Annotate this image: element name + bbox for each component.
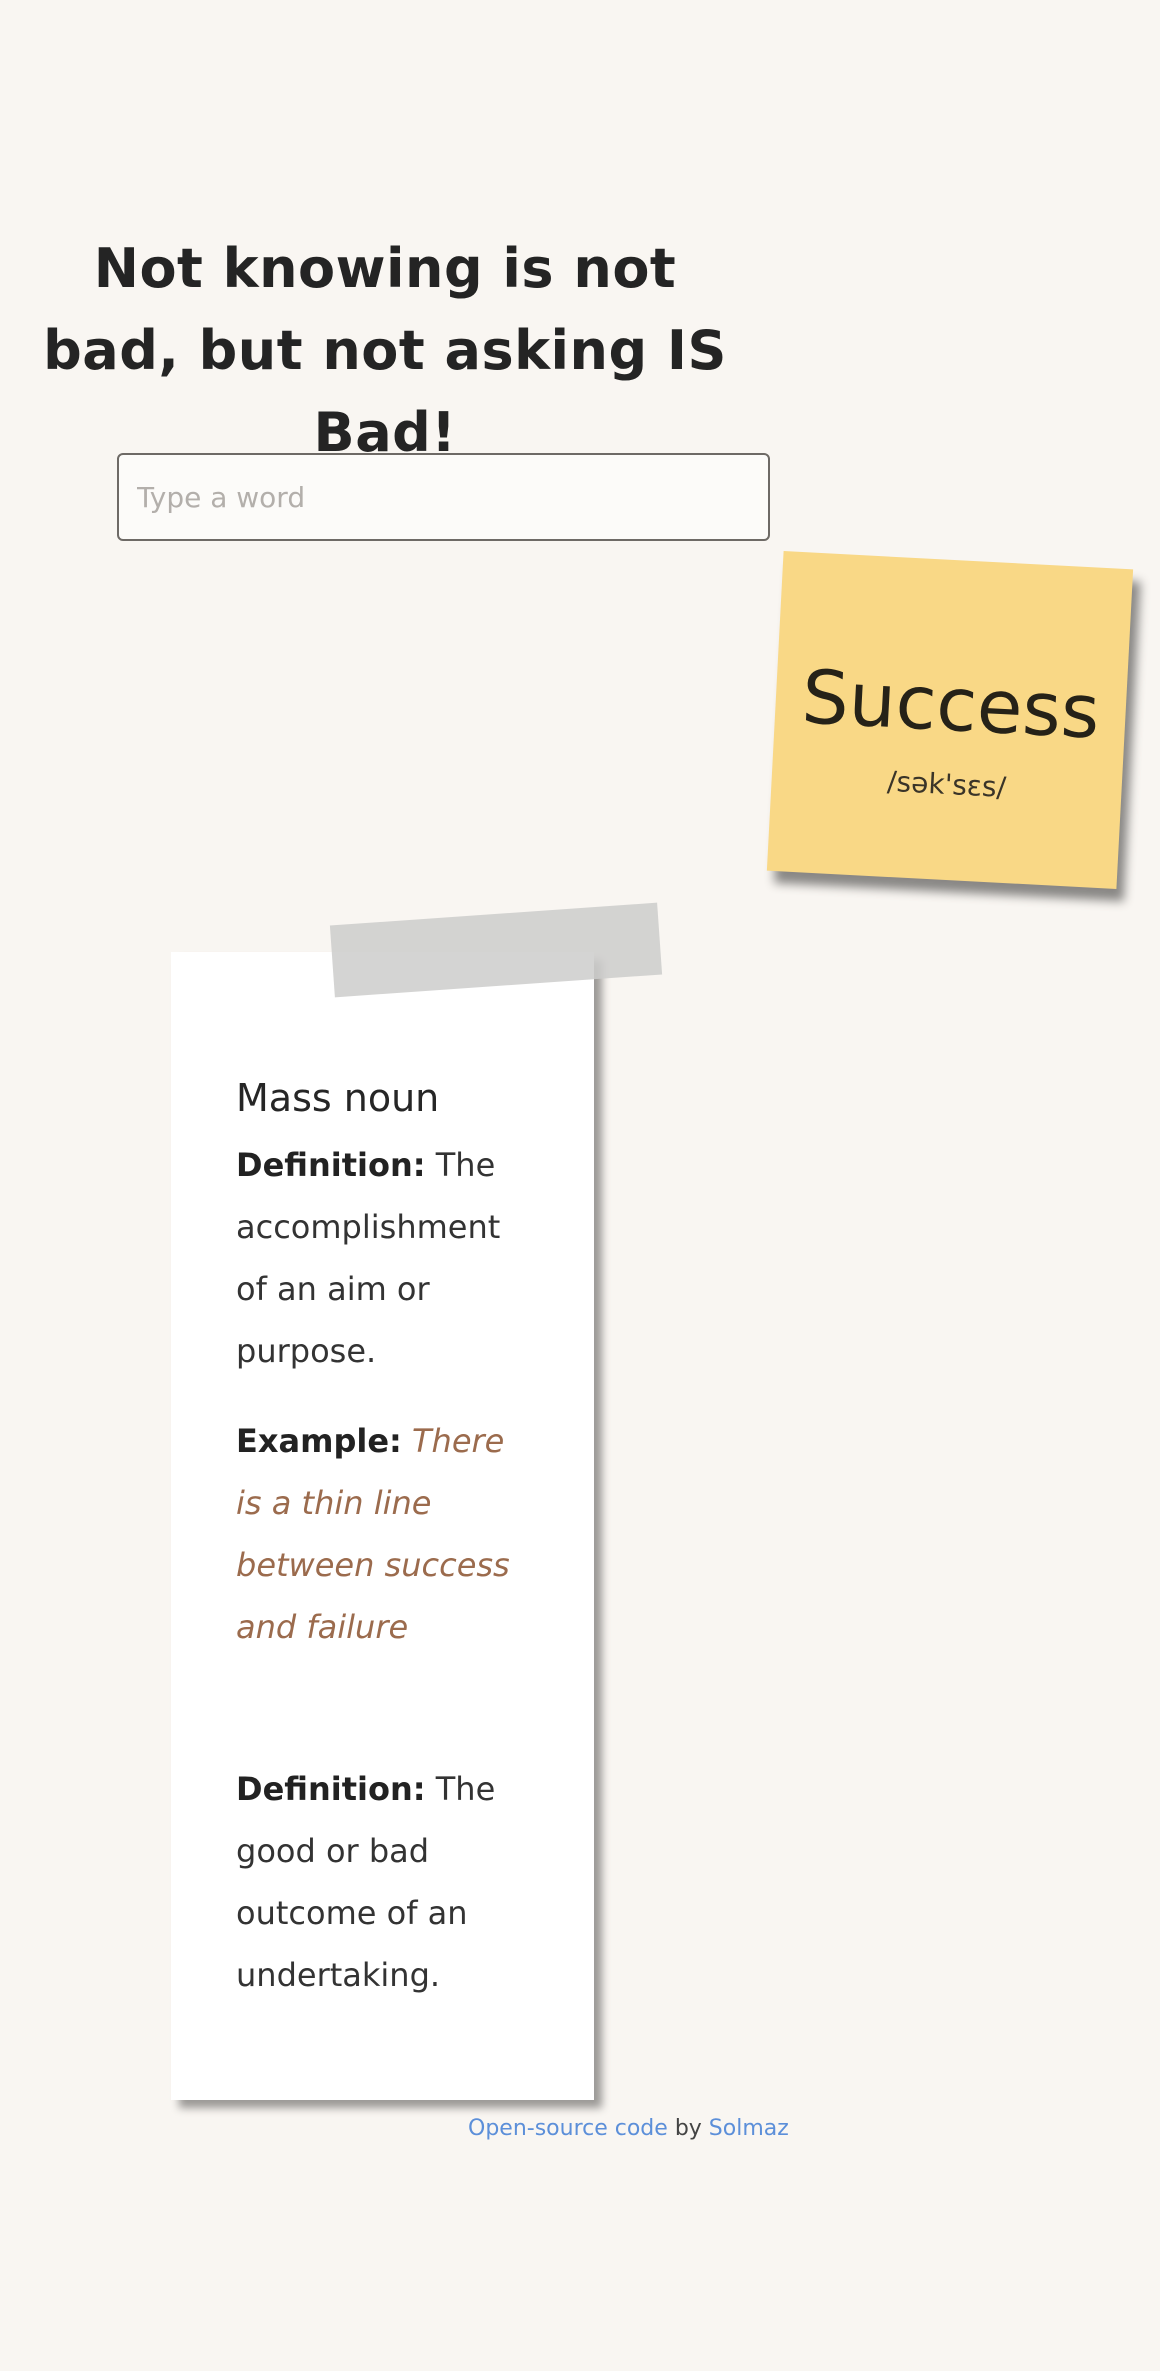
author-link[interactable]: Solmaz (709, 2116, 789, 2141)
search-input[interactable] (119, 455, 768, 539)
definition-label: Definition: (236, 1146, 426, 1184)
footer: Open-source code by Solmaz (468, 2116, 789, 2141)
definition-item: Definition: The good or bad outcome of a… (236, 1758, 536, 2006)
word-title: Success (799, 654, 1102, 756)
open-source-link[interactable]: Open-source code (468, 2116, 668, 2141)
page-headline: Not knowing is not bad, but not asking I… (43, 237, 727, 464)
word-sticky-note: Success /sək'sɛs/ (766, 551, 1134, 889)
example-item: Example: There is a thin line between su… (236, 1410, 536, 1658)
word-phonetic: /sək'sɛs/ (886, 764, 1007, 805)
definition-card-body: Mass noun Definition: The accomplishment… (236, 1070, 536, 2034)
tape-strip (329, 902, 663, 998)
example-label: Example: (236, 1422, 402, 1460)
definition-label: Definition: (236, 1770, 426, 1808)
definition-card: Mass noun Definition: The accomplishment… (171, 952, 594, 2100)
part-of-speech: Mass noun (236, 1076, 440, 1120)
search-field[interactable] (117, 453, 770, 541)
definition-item: Definition: The accomplishment of an aim… (236, 1134, 536, 1382)
footer-by-text: by (674, 2116, 702, 2141)
